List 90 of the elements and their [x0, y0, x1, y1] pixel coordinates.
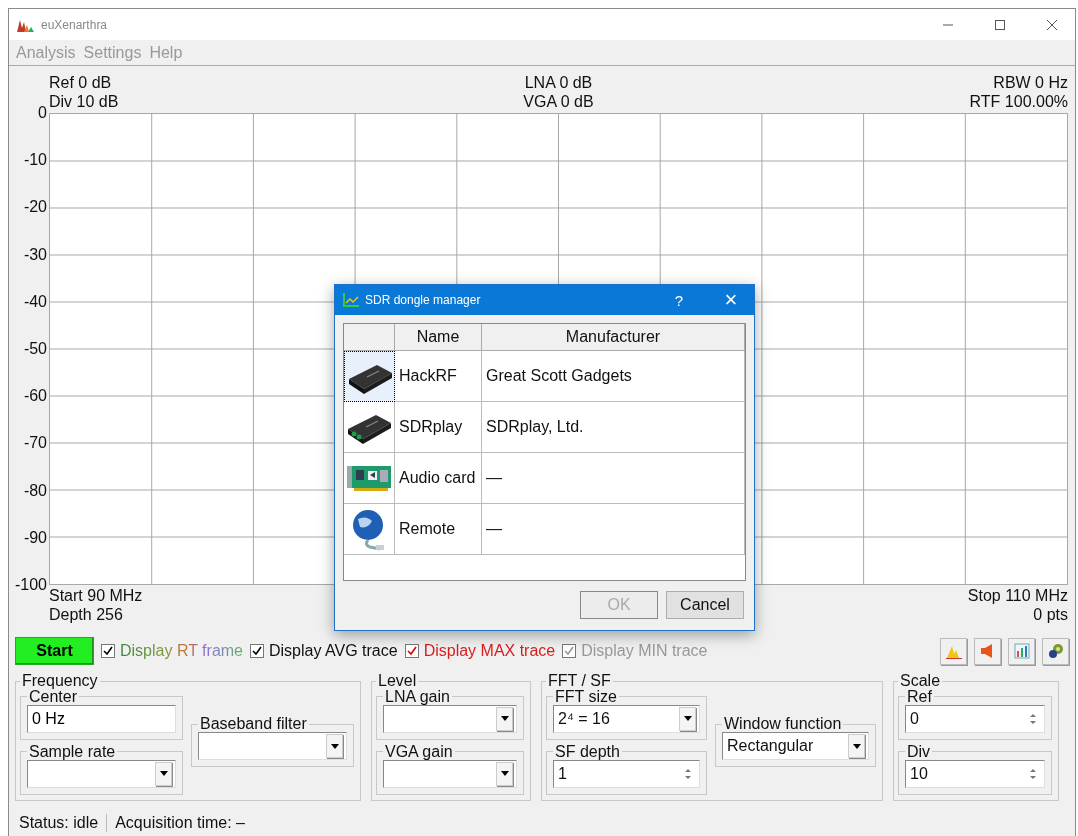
spin-box[interactable]: 0 — [905, 704, 1045, 733]
plot-label: Ref 0 dB — [49, 73, 113, 92]
plot-label: RBW 0 Hz — [993, 73, 1068, 92]
dropdown-arrow-icon — [500, 716, 509, 721]
group-title: Level — [377, 673, 418, 689]
table-cell: SDRplay, Ltd. — [482, 402, 745, 453]
dropdown[interactable] — [198, 732, 347, 760]
group-title: FFT / SF — [547, 673, 612, 689]
close-icon — [1046, 18, 1058, 31]
dropdown-arrow-icon — [330, 743, 339, 749]
table-cell: Remote — [395, 504, 482, 555]
status-text: Status: idle — [19, 814, 99, 832]
gears-icon[interactable] — [1042, 637, 1069, 665]
table-row[interactable]: Remote — — [344, 504, 745, 555]
dropdown[interactable] — [383, 704, 517, 733]
chart-icon — [343, 293, 359, 307]
table-cell: SDRplay — [395, 402, 482, 453]
checkmark-icon — [102, 645, 114, 657]
field-label: Sample rate — [28, 743, 117, 760]
axis-label: -70 — [23, 434, 47, 453]
window-title: euXenarthra — [41, 17, 108, 32]
table-row[interactable]: HackRF Great Scott Gadgets — [344, 351, 745, 402]
dialog-title: SDR dongle manager — [365, 293, 481, 307]
display-checkbox[interactable]: Display MAX trace — [404, 642, 556, 660]
field-label: Center — [29, 688, 78, 705]
group-title: Frequency — [21, 673, 99, 689]
field-label: Div — [906, 743, 932, 760]
checkmark-icon — [563, 645, 576, 657]
dropdown[interactable] — [27, 759, 176, 788]
maximize-icon — [994, 18, 1006, 31]
input-field[interactable]: 0 Hz — [27, 704, 176, 733]
spin-box[interactable]: 10 — [905, 759, 1045, 788]
checkmark-icon — [251, 645, 263, 657]
dropdown-arrow-icon — [683, 716, 692, 721]
field-label: VGA gain — [384, 743, 454, 760]
table-cell: — — [482, 453, 745, 504]
axis-label: -30 — [23, 245, 47, 264]
axis-label: 0 — [38, 104, 47, 122]
table-row[interactable]: SDRplay SDRplay, Ltd. — [344, 402, 745, 453]
plot-label: Div 10 dB — [49, 92, 120, 111]
table-header — [344, 324, 395, 351]
spin-arrows-icon — [684, 766, 692, 781]
axis-label: -80 — [23, 481, 47, 500]
table-cell: — — [482, 504, 745, 555]
plot-label: 0 pts — [1033, 605, 1068, 624]
table-row[interactable]: Audio card — — [344, 453, 745, 504]
axis-label: -50 — [23, 340, 47, 358]
plot-label: Depth 256 — [49, 605, 124, 624]
axis-label: -10 — [23, 151, 47, 170]
plot-label: LNA 0 dB — [524, 73, 593, 92]
help-button[interactable]: ? — [656, 285, 702, 315]
start-button[interactable]: Start — [15, 637, 94, 665]
dialog-button[interactable]: Cancel — [666, 591, 744, 619]
plot-label: Stop 110 MHz — [967, 586, 1068, 605]
axis-label: -90 — [23, 528, 47, 547]
table-cell: Audio card — [395, 453, 482, 504]
axis-label: -100 — [14, 576, 47, 594]
plot-label: RTF 100.00% — [969, 92, 1068, 111]
dropdown[interactable]: 2⁴ = 16 — [553, 704, 700, 733]
bar-chart-icon[interactable] — [1008, 637, 1035, 665]
checkmark-icon — [405, 645, 418, 657]
field-label: Ref — [906, 688, 933, 705]
plot-label: Start 90 MHz — [49, 586, 144, 605]
column-header[interactable]: Manufacturer — [482, 324, 745, 351]
table-cell: HackRF — [395, 351, 482, 402]
peak-chart-icon[interactable] — [940, 637, 967, 665]
axis-label: -20 — [23, 198, 47, 217]
dropdown[interactable] — [383, 759, 517, 788]
close-button[interactable]: × — [708, 285, 754, 315]
field-label: Baseband filter — [199, 716, 308, 732]
spin-arrows-icon — [1029, 766, 1037, 781]
field-label: LNA gain — [384, 688, 451, 705]
axis-label: -60 — [23, 387, 47, 406]
column-header[interactable]: Name — [395, 324, 482, 351]
axis-label: -40 — [23, 292, 47, 311]
group-title: Scale — [899, 673, 942, 689]
speaker-icon[interactable] — [974, 637, 1001, 665]
spin-box[interactable]: 1 — [553, 759, 700, 788]
table-cell: Great Scott Gadgets — [482, 351, 745, 402]
dropdown-arrow-icon — [852, 743, 861, 749]
spin-arrows-icon — [1029, 711, 1037, 726]
plot-label: VGA 0 dB — [523, 92, 594, 111]
field-label: SF depth — [554, 743, 621, 760]
dropdown[interactable]: Rectangular — [722, 732, 869, 760]
field-label: Window function — [723, 716, 843, 732]
display-checkbox[interactable]: Display AVG trace — [250, 642, 398, 660]
field-label: FFT size — [554, 688, 618, 705]
status-text: Acquisition time: – — [115, 814, 245, 832]
dropdown-arrow-icon — [500, 771, 509, 776]
dropdown-arrow-icon — [159, 771, 168, 776]
